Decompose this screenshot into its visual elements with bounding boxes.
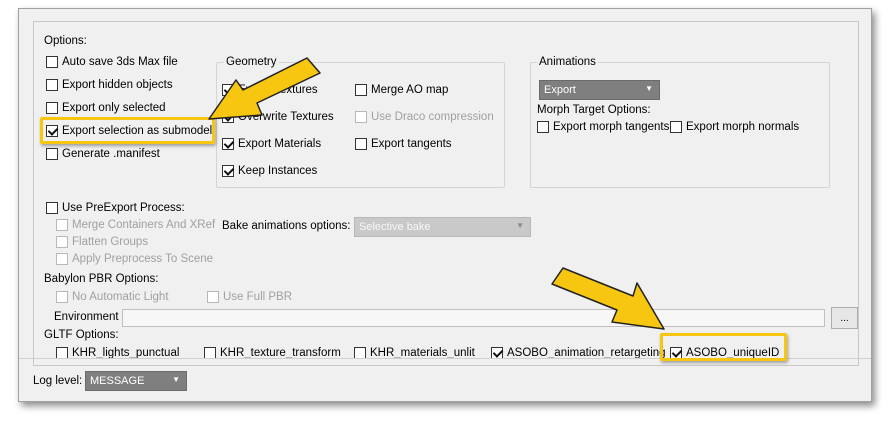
checkbox-box[interactable] (46, 202, 58, 214)
flatten-groups-checkbox[interactable]: Flatten Groups (56, 236, 148, 248)
export-textures-checkbox[interactable]: Export Textures (222, 84, 318, 96)
merge-ao-map-checkbox[interactable]: Merge AO map (355, 84, 448, 96)
checkbox-box[interactable] (46, 79, 58, 91)
log-level-dropdown[interactable]: MESSAGE ▼ (85, 371, 187, 391)
checkbox-box[interactable] (56, 219, 68, 231)
checkbox-box-checked[interactable] (222, 84, 234, 96)
geometry-title: Geometry (224, 56, 279, 68)
checkbox-box-checked[interactable] (222, 165, 234, 177)
uniqueid-highlight-frame (660, 333, 787, 361)
checkbox-box[interactable] (46, 56, 58, 68)
checkbox-box[interactable] (46, 102, 58, 114)
options-title: Options: (44, 35, 87, 47)
checkbox-box[interactable] (537, 121, 549, 133)
environment-input[interactable] (122, 309, 825, 327)
no-automatic-light-checkbox[interactable]: No Automatic Light (56, 291, 169, 303)
use-full-pbr-checkbox[interactable]: Use Full PBR (207, 291, 292, 303)
apply-preprocess-checkbox[interactable]: Apply Preprocess To Scene (56, 253, 213, 265)
morph-target-title: Morph Target Options: (537, 104, 651, 116)
checkbox-box-checked[interactable] (222, 138, 234, 150)
options-panel: Options: Auto save 3ds Max file Export h… (33, 21, 859, 366)
checkbox-box[interactable] (207, 291, 219, 303)
keep-instances-checkbox[interactable]: Keep Instances (222, 165, 317, 177)
generate-manifest-checkbox[interactable]: Generate .manifest (46, 148, 160, 160)
export-only-selected-checkbox[interactable]: Export only selected (46, 102, 166, 114)
animations-title: Animations (537, 56, 598, 68)
checkbox-box[interactable] (355, 111, 367, 123)
pbr-options-title: Babylon PBR Options: (44, 273, 159, 285)
submodel-highlight-frame (40, 117, 215, 144)
use-draco-checkbox[interactable]: Use Draco compression (355, 111, 494, 123)
dropdown-arrow-icon: ▼ (516, 221, 524, 230)
export-tangents-checkbox[interactable]: Export tangents (355, 138, 452, 150)
checkbox-box[interactable] (355, 138, 367, 150)
checkbox-box[interactable] (46, 148, 58, 160)
checkbox-box[interactable] (670, 121, 682, 133)
checkbox-box[interactable] (56, 291, 68, 303)
auto-save-checkbox[interactable]: Auto save 3ds Max file (46, 56, 178, 68)
log-level-label: Log level: (33, 375, 83, 387)
gltf-options-title: GLTF Options: (44, 329, 119, 341)
checkbox-box[interactable] (355, 84, 367, 96)
export-hidden-checkbox[interactable]: Export hidden objects (46, 79, 173, 91)
export-materials-checkbox[interactable]: Export Materials (222, 138, 321, 150)
environment-browse-button[interactable]: ... (831, 307, 858, 329)
bake-animations-dropdown[interactable]: Selective bake ▼ (354, 217, 531, 237)
checkbox-box[interactable] (56, 236, 68, 248)
dropdown-arrow-icon: ▼ (172, 375, 180, 384)
bake-animations-label: Bake animations options: (222, 220, 351, 232)
merge-containers-checkbox[interactable]: Merge Containers And XRef (56, 219, 215, 231)
dropdown-arrow-icon: ▼ (645, 84, 653, 93)
checkbox-box-checked[interactable] (222, 111, 234, 123)
export-morph-normals-checkbox[interactable]: Export morph normals (670, 121, 799, 133)
use-preexport-checkbox[interactable]: Use PreExport Process: (46, 202, 185, 214)
animation-export-dropdown[interactable]: Export ▼ (539, 80, 660, 100)
checkbox-box[interactable] (56, 253, 68, 265)
environment-label: Environment (54, 311, 119, 323)
export-morph-tangents-checkbox[interactable]: Export morph tangents (537, 121, 669, 133)
overwrite-textures-checkbox[interactable]: Overwrite Textures (222, 111, 334, 123)
